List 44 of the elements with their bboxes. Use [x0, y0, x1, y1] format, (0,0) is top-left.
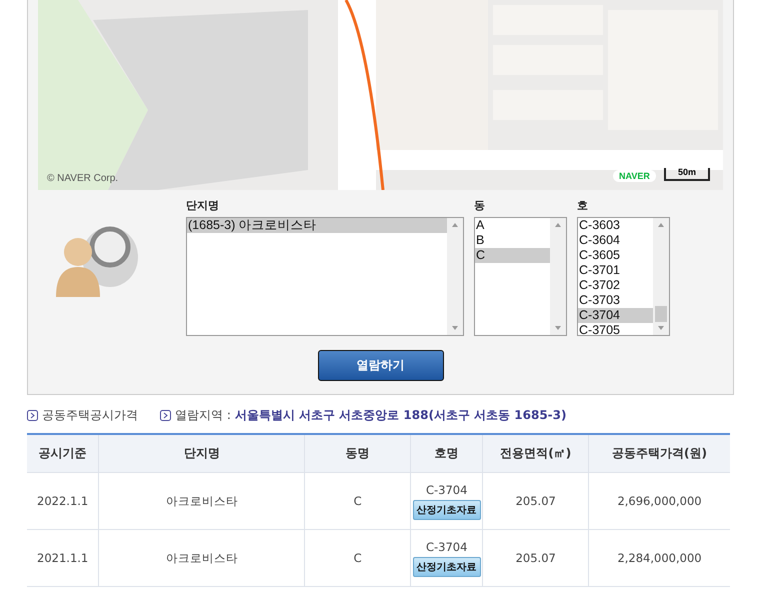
region-address: 서울특별시 서초구 서초중앙로 188(서초구 서초동 1685-3): [234, 406, 566, 424]
list-option[interactable]: C-3702: [578, 278, 653, 293]
table-cell: C: [304, 530, 410, 586]
column-header: 전용면적(㎡): [482, 434, 589, 472]
column-header: 공시기준: [27, 434, 99, 472]
list-option[interactable]: C: [475, 248, 550, 263]
list-option[interactable]: C-3701: [578, 263, 653, 278]
table-cell: 아크로비스타: [98, 472, 305, 530]
list-box[interactable]: C-3603 C-3604 C-3605 C-3701 C-3702 C-3703 C-3704 C-3705: [577, 217, 670, 336]
list-option[interactable]: (1685-3) 아크로비스타: [187, 218, 447, 233]
basis-data-button[interactable]: 산정기초자료: [412, 556, 481, 576]
arrow-box-icon: [160, 410, 171, 420]
map-scale-bar: 50m: [664, 168, 710, 181]
list-label: 단지명: [186, 198, 220, 214]
table-cell: 2021.1.1: [27, 530, 99, 586]
unit-number: C-3704: [424, 482, 468, 496]
basis-data-button[interactable]: 산정기초자료: [412, 500, 481, 520]
column-header: 호명: [410, 434, 483, 472]
list-label: 호: [577, 198, 589, 214]
region-label: 열람지역 :: [175, 406, 231, 424]
list-option[interactable]: C-3704: [578, 308, 653, 323]
list-option[interactable]: B: [475, 233, 550, 248]
list-option[interactable]: C-3703: [578, 293, 653, 308]
table-cell: 2022.1.1: [27, 472, 99, 530]
arrow-box-icon: [27, 410, 38, 420]
table-cell: 아크로비스타: [98, 530, 305, 586]
list-option[interactable]: C-3705: [578, 323, 653, 338]
table-cell: C: [304, 472, 410, 530]
column-header: 동명: [304, 434, 410, 472]
table-cell: 205.07: [482, 530, 589, 586]
section-title: 공동주택공시가격: [42, 406, 138, 424]
view-button[interactable]: 열람하기: [318, 350, 444, 381]
table-cell: 205.07: [482, 472, 589, 530]
list-option[interactable]: A: [475, 218, 550, 233]
column-header: 단지명: [98, 434, 305, 472]
list-option[interactable]: C-3605: [578, 248, 653, 263]
unit-number: C-3704: [424, 540, 468, 554]
list-option[interactable]: C-3604: [578, 233, 653, 248]
map-copyright: © NAVER Corp.: [47, 173, 118, 184]
list-box[interactable]: A B C: [474, 217, 567, 336]
column-header: 공동주택가격(원): [588, 434, 730, 472]
list-option[interactable]: C-3603: [578, 218, 653, 233]
list-box[interactable]: (1685-3) 아크로비스타: [186, 217, 464, 336]
list-label: 동: [474, 198, 486, 214]
